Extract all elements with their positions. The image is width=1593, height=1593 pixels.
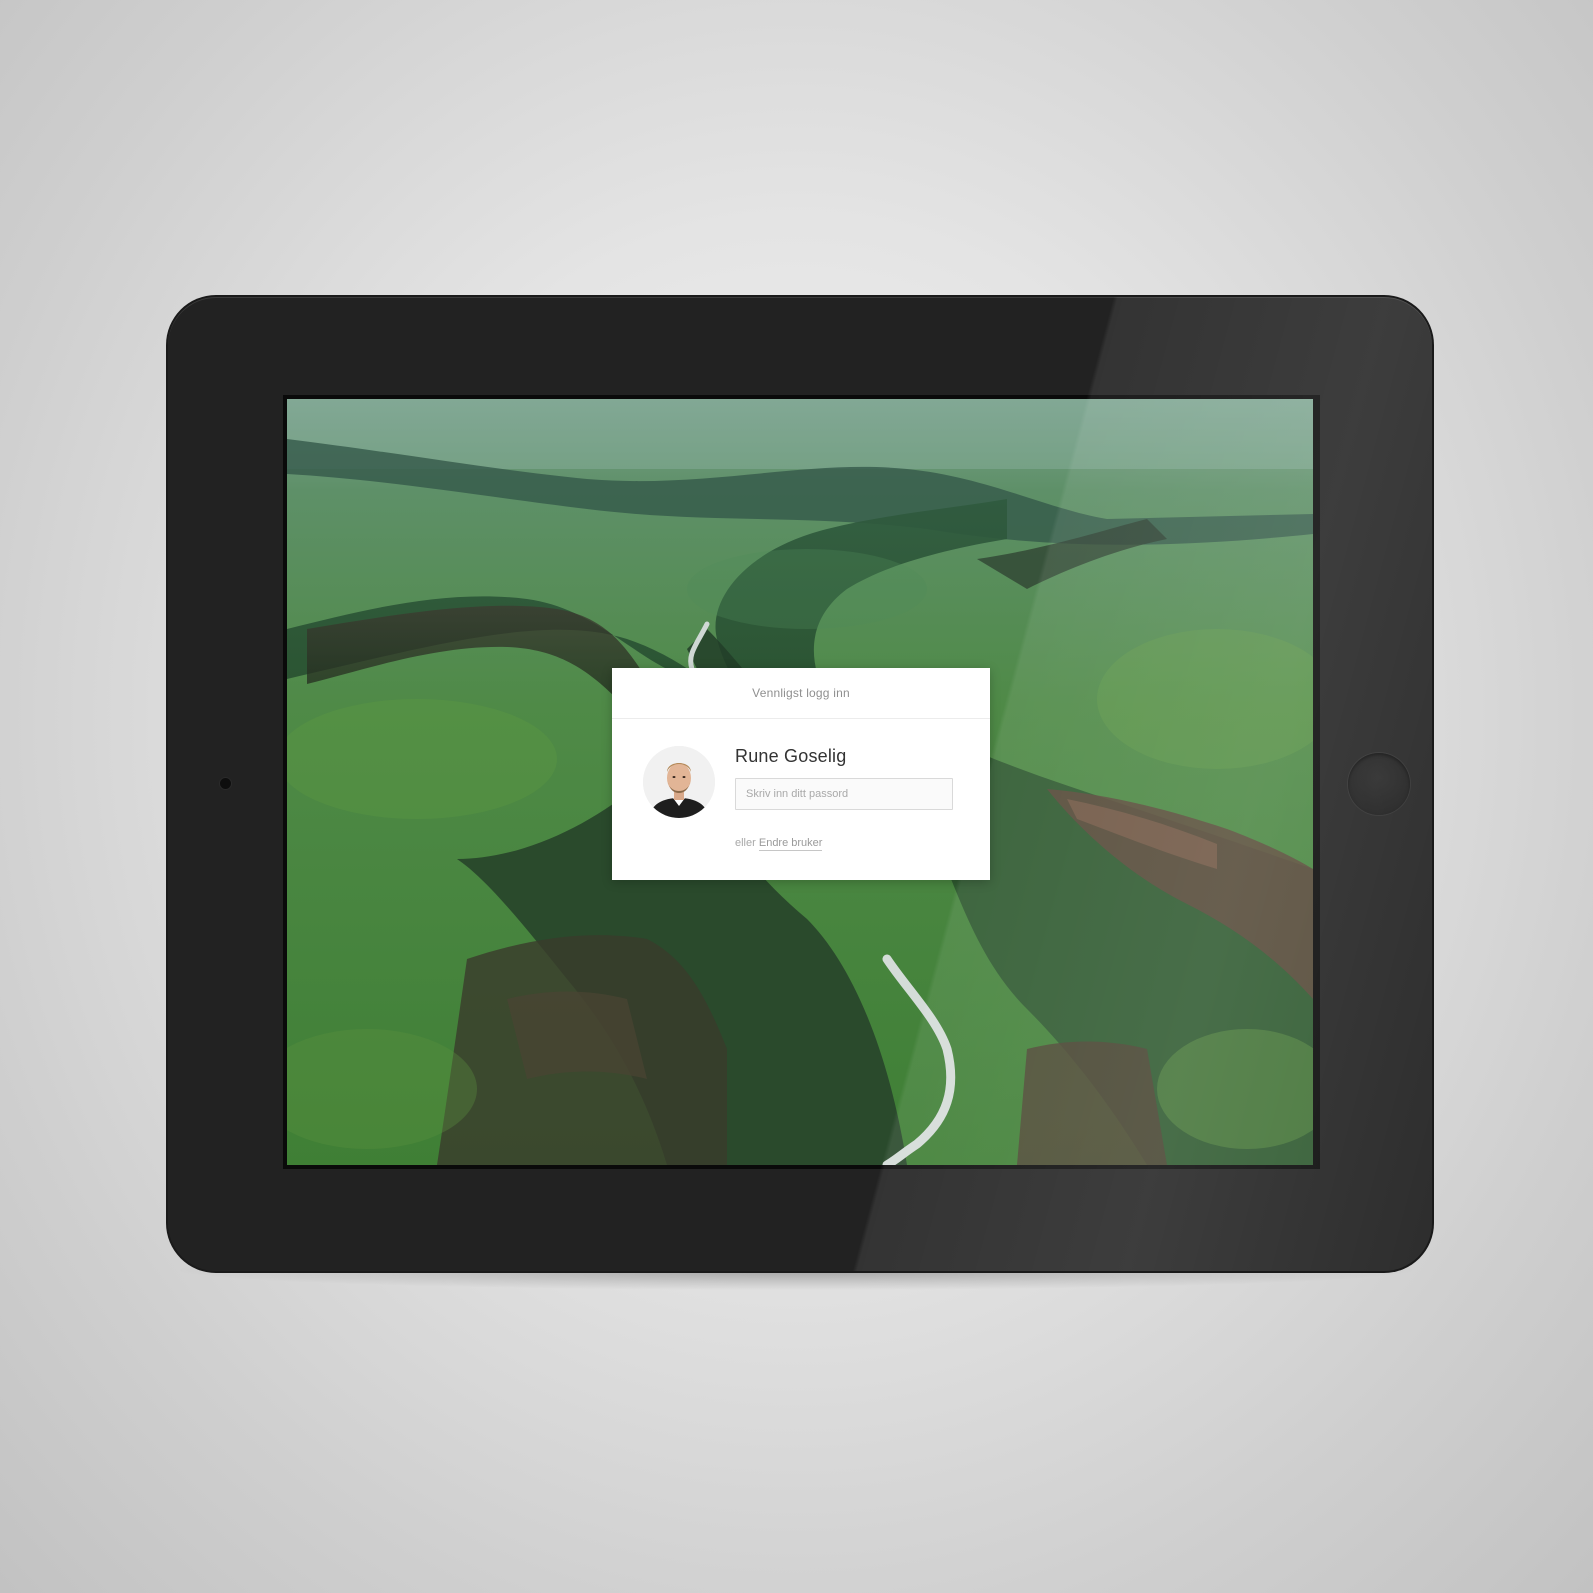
user-avatar-photo [643,746,715,818]
password-input[interactable] [735,778,953,810]
change-user-link[interactable]: Endre bruker [758,837,823,851]
user-name: Rune Goselig [735,746,847,766]
user-avatar [643,746,715,818]
home-button[interactable] [1348,753,1410,815]
front-camera-icon [220,778,231,789]
alternate-prefix: eller [735,837,756,849]
login-dialog: Vennligst logg inn Rune Goselig eller En… [612,668,990,880]
login-dialog-header: Vennligst logg inn [612,668,990,719]
alternate-action-line: eller Endre bruker [735,837,823,851]
